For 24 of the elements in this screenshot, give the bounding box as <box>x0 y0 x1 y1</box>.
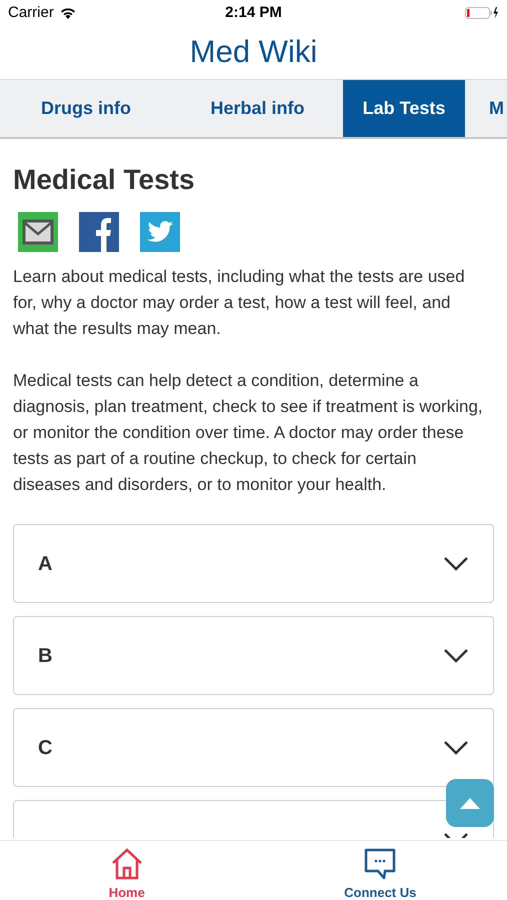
triangle-up-icon <box>460 797 480 809</box>
app-title: Med Wiki <box>190 33 318 72</box>
nav-tab[interactable]: M <box>465 80 504 137</box>
carrier-name: Carrier <box>8 2 54 23</box>
page-title: Medical Tests <box>13 163 196 197</box>
chat-bubble-icon <box>363 847 398 881</box>
description-paragraph: Medical tests can help detect a condition, determine a diagnosis, plan treatment, check to see if treatment is working, or monitor the condition over time. A doctor may order these tests as part of a routine checkup, to check for certain diseases and disorders, or to monitor your health. <box>13 370 484 496</box>
wifi-icon <box>60 7 76 19</box>
description-paragraph: Learn about medical tests, including what the tests are used for, why a doctor may order a test, how a test will feel, and what the results may mean. <box>13 266 466 340</box>
accordion-item[interactable]: C <box>13 708 494 787</box>
accordion-item[interactable]: A <box>13 524 494 603</box>
bottom-nav-item[interactable]: Connect Us <box>254 841 507 900</box>
home-icon <box>110 847 144 881</box>
email-share-icon[interactable] <box>18 212 58 252</box>
bottom-nav-item[interactable]: Home <box>0 841 254 900</box>
twitter-share-icon[interactable] <box>140 212 180 252</box>
nav-tab[interactable]: Drugs info <box>0 80 172 137</box>
status-time: 2:14 PM <box>225 2 282 23</box>
nav-tab[interactable]: Herbal info <box>172 80 343 137</box>
battery-icon <box>465 6 499 20</box>
scroll-to-top-button[interactable] <box>446 779 494 827</box>
facebook-share-icon[interactable] <box>79 212 119 252</box>
nav-tab[interactable]: Lab Tests <box>343 80 465 137</box>
accordion-item[interactable]: B <box>13 616 494 695</box>
